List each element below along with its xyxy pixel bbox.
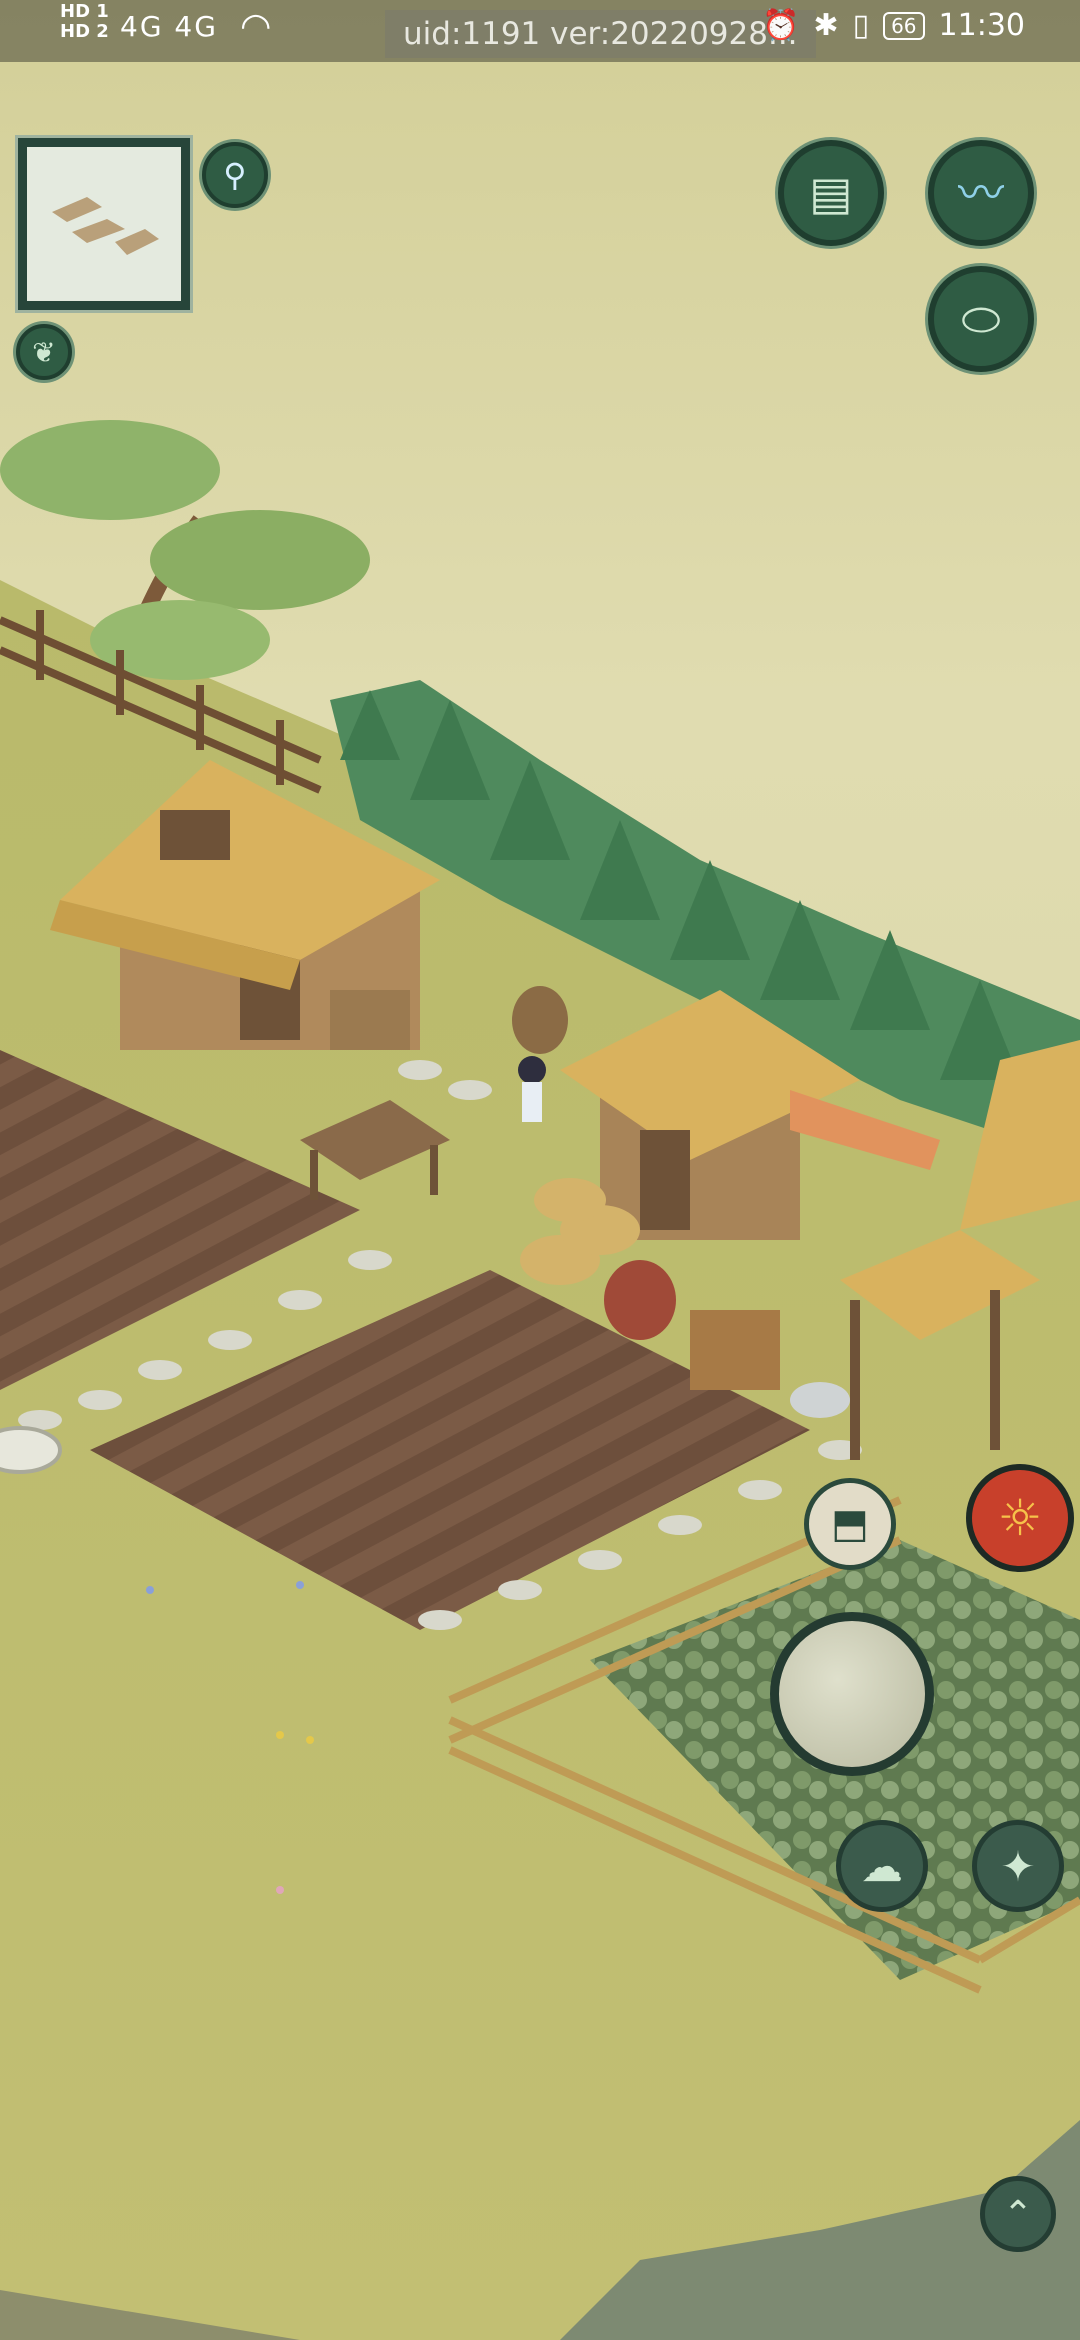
diamond-skill-button[interactable]: ✦ <box>972 1820 1064 1912</box>
battery-icon: 66 <box>883 11 925 40</box>
status-bar: HD 1 HD 2 4G 4G ◠ uid:1191 ver:20220928.… <box>0 0 1080 62</box>
scroll-button[interactable]: ▤ <box>778 140 884 246</box>
up-arrow-icon: ⌃ <box>1002 2193 1034 2235</box>
minimap[interactable] <box>18 138 190 310</box>
barrel <box>512 986 568 1054</box>
jar-icon: ⬭ <box>961 292 1001 346</box>
clay-jar <box>604 1260 676 1340</box>
clock-time: 11:30 <box>938 8 1025 43</box>
hero-avatar-icon: ☼ <box>997 1489 1043 1547</box>
jar-button[interactable]: ⬭ <box>928 266 1034 372</box>
sim-2-label: HD 2 <box>60 21 109 42</box>
hero-avatar-button[interactable]: ☼ <box>966 1464 1074 1572</box>
game-scene <box>0 0 1080 2340</box>
sim-labels: HD 1 HD 2 <box>60 2 109 42</box>
crate-icon: ⬒ <box>831 1501 869 1547</box>
bluetooth-icon: ✱ <box>813 8 839 43</box>
location-pin-button[interactable]: ⚲ <box>202 142 268 208</box>
leaf-icon: ❦ <box>32 335 56 369</box>
wave-icon: 〰 <box>958 166 1004 220</box>
network-indicator: 4G 4G <box>120 10 218 43</box>
status-right-cluster: ⏰ ✱ ▯ 66 11:30 <box>762 8 1025 43</box>
uid-version-label: uid:1191 ver:20220928... <box>385 10 816 58</box>
basket <box>690 1310 780 1390</box>
diamond-skill-icon: ✦ <box>1000 1841 1036 1891</box>
minimap-icon <box>52 197 159 255</box>
cloud-skill-button[interactable]: ☁ <box>836 1820 928 1912</box>
scroll-icon: ▤ <box>809 166 853 220</box>
cloud-skill-icon: ☁ <box>861 1841 903 1891</box>
wifi-icon: ◠ <box>240 6 272 47</box>
sim-1-label: HD 1 <box>60 1 109 22</box>
up-arrow-button[interactable]: ⌃ <box>980 2176 1056 2252</box>
crate-button[interactable]: ⬒ <box>804 1478 896 1570</box>
location-pin-icon: ⚲ <box>223 156 247 194</box>
wave-button[interactable]: 〰 <box>928 140 1034 246</box>
leaf-button[interactable]: ❦ <box>16 324 72 380</box>
joystick-icon[interactable] <box>770 1612 934 1776</box>
player-character[interactable] <box>518 1056 546 1122</box>
vibrate-icon: ▯ <box>852 8 870 43</box>
stepping-stone <box>0 1426 62 1474</box>
alarm-icon: ⏰ <box>762 8 800 43</box>
